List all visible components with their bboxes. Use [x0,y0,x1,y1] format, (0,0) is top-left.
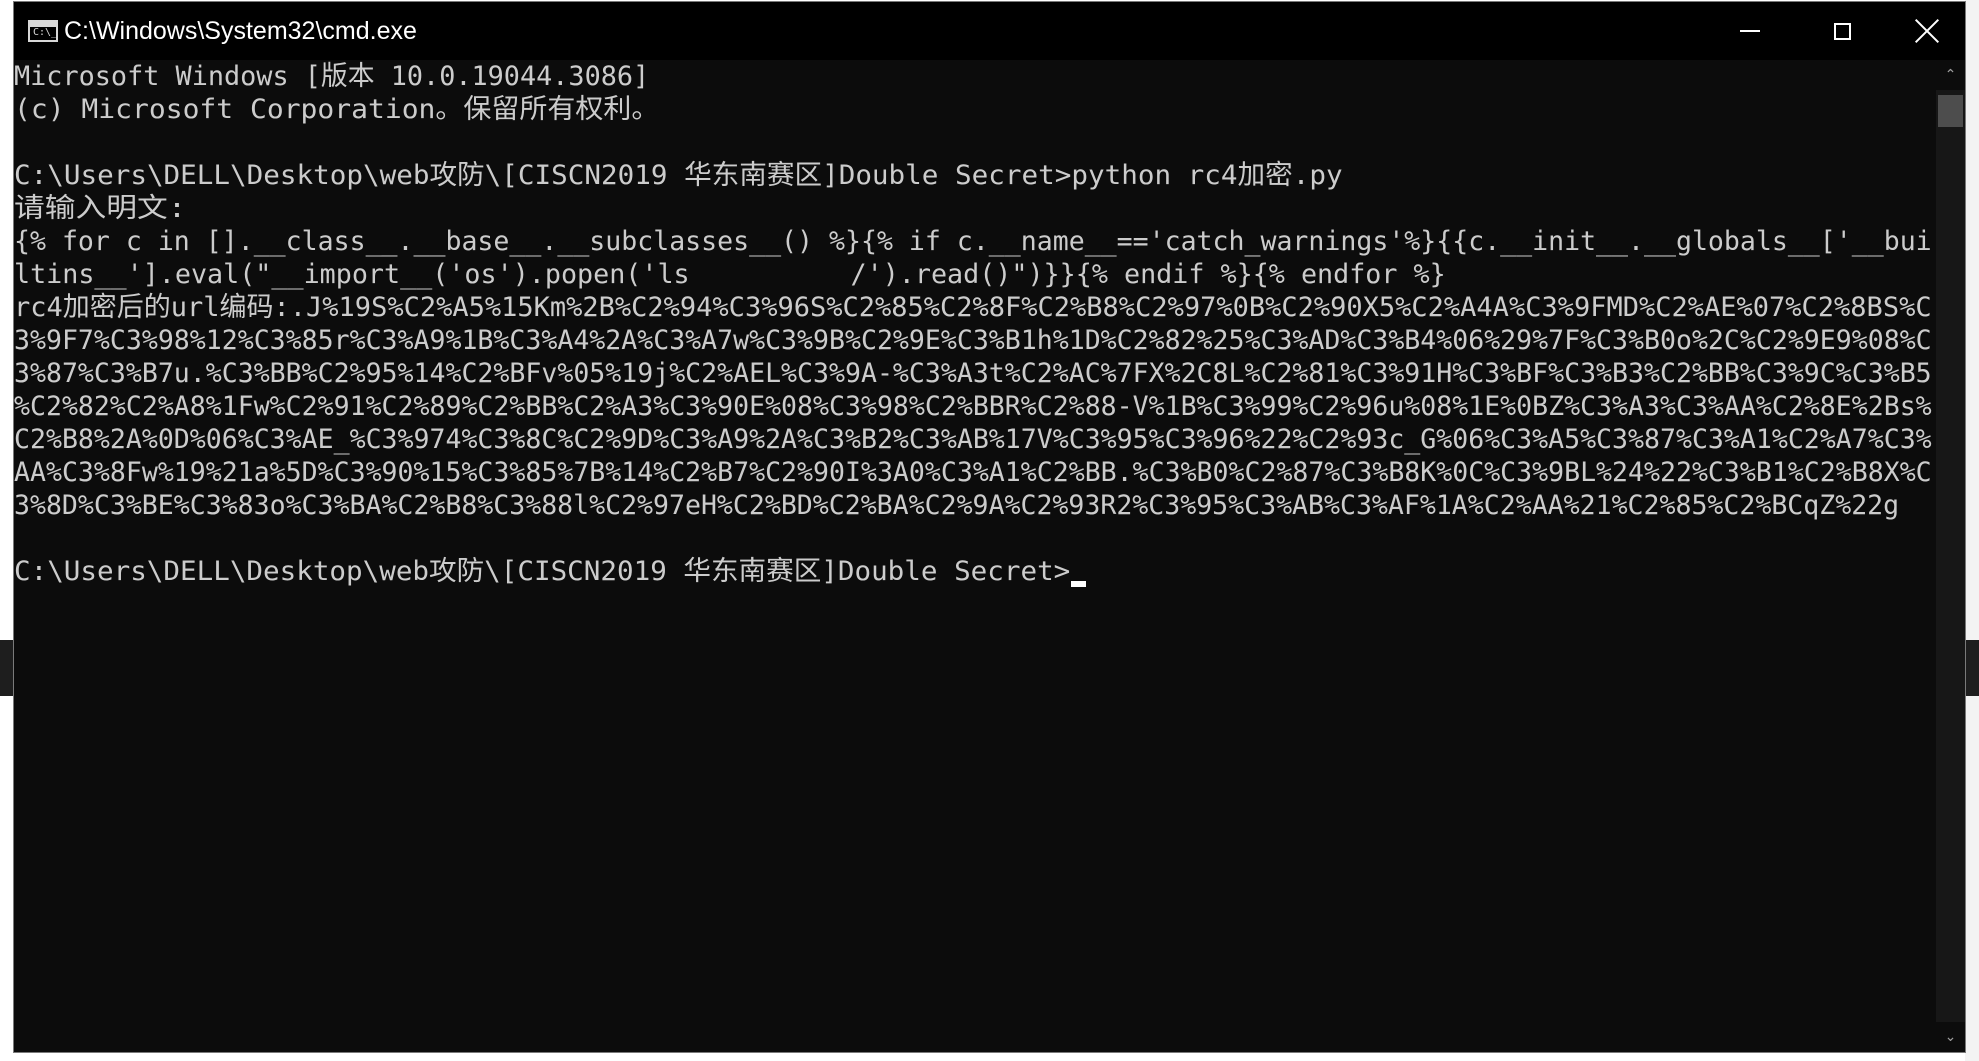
scroll-up-button[interactable]: ⌃ [1936,60,1965,90]
scrollbar-thumb[interactable] [1938,95,1963,127]
maximize-icon [1833,22,1851,40]
console-line: rc4加密后的url编码:.J%19S%C2%A5%15Km%2B%C2%94%… [14,292,1932,323]
console-line: ltins__'].eval("__import__('os').popen('… [14,259,1446,290]
cmd-app-icon[interactable]: C:\_ [28,20,58,42]
cmd-window[interactable]: C:\_ C:\Windows\System32\cmd.exe Microso… [14,2,1965,1052]
maximize-button[interactable] [1796,2,1888,60]
console-line: C2%B8%2A%0D%06%C3%AE_%C3%974%C3%8C%C2%9D… [14,424,1932,455]
console-line: %C2%82%C2%A8%1Fw%C2%91%C2%89%C2%BB%C2%A3… [14,391,1932,422]
text-cursor [1071,581,1086,587]
window-title: C:\Windows\System32\cmd.exe [64,17,417,45]
close-icon [1915,19,1939,43]
console-line: 3%87%C3%B7u.%C3%BB%C2%95%14%C2%BFv%05%19… [14,358,1932,389]
console-line: 请输入明文: [14,193,187,224]
console-line: {% for c in [].__class__.__base__.__subc… [14,226,1932,257]
minimize-button[interactable] [1704,2,1796,60]
console-output[interactable]: Microsoft Windows [版本 10.0.19044.3086] (… [14,60,1936,1052]
scrollbar-track[interactable] [1936,90,1965,1022]
console-line: Microsoft Windows [版本 10.0.19044.3086] [14,61,650,92]
scroll-down-button[interactable]: ⌄ [1936,1022,1965,1052]
desktop-background [1965,0,1979,1061]
chevron-up-icon: ⌃ [1944,67,1957,83]
console-line: AA%C3%8Fw%19%21a%5D%C3%90%15%C3%85%7B%14… [14,457,1932,488]
cmd-icon-label: C:\_ [33,27,58,38]
console-line: 3%9F7%C3%98%12%C3%85r%C3%A9%1B%C3%A4%2A%… [14,325,1932,356]
title-bar[interactable]: C:\_ C:\Windows\System32\cmd.exe [14,2,1965,60]
close-button[interactable] [1888,2,1965,60]
chevron-down-icon: ⌄ [1944,1029,1957,1045]
console-line: 3%8D%C3%BE%C3%83o%C3%BA%C2%B8%C3%88l%C2%… [14,490,1900,521]
console-line: C:\Users\DELL\Desktop\web攻防\[CISCN2019 华… [14,160,1343,191]
background-window-edge [0,640,14,696]
console-prompt-line: C:\Users\DELL\Desktop\web攻防\[CISCN2019 华… [14,556,1071,587]
console-line: (c) Microsoft Corporation。保留所有权利。 [14,94,660,125]
minimize-icon [1740,30,1760,32]
vertical-scrollbar[interactable]: ⌃ ⌄ [1936,60,1965,1052]
background-window-edge [1965,640,1979,696]
